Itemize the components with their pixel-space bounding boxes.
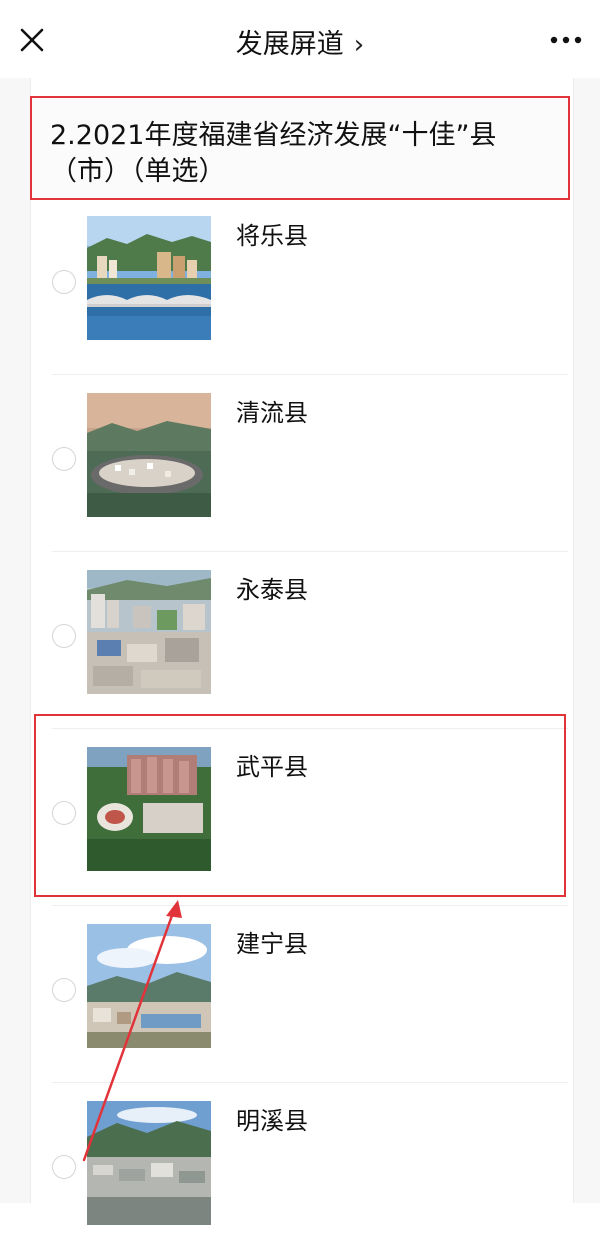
option-image xyxy=(87,924,211,1048)
option-item[interactable]: 清流县 xyxy=(52,375,568,552)
option-item[interactable]: 将乐县 xyxy=(52,198,568,375)
option-item[interactable]: 武平县 xyxy=(52,729,568,906)
more-dots-icon xyxy=(550,36,582,44)
top-navigation-bar: 发展屏道 › xyxy=(0,0,600,78)
option-image xyxy=(87,393,211,517)
option-label: 武平县 xyxy=(236,753,308,781)
more-options-button[interactable] xyxy=(546,28,586,52)
county-photo-town-mountains xyxy=(87,924,211,1048)
option-image xyxy=(87,570,211,694)
option-item[interactable]: 永泰县 xyxy=(52,552,568,729)
county-photo-city-plaza-aerial xyxy=(87,747,211,871)
county-photo-city-aerial xyxy=(87,570,211,694)
question-box: 2.2021年度福建省经济发展“十佳”县（市）（单选） xyxy=(30,96,570,200)
radio-button[interactable] xyxy=(52,1155,76,1179)
option-label: 清流县 xyxy=(236,399,308,427)
radio-button[interactable] xyxy=(52,270,76,294)
radio-button[interactable] xyxy=(52,978,76,1002)
survey-page: 2.2021年度福建省经济发展“十佳”县（市）（单选） 将乐县 清流县 永泰县 … xyxy=(0,78,600,1225)
option-label: 将乐县 xyxy=(236,222,308,250)
option-item[interactable]: 明溪县 xyxy=(52,1083,568,1260)
county-photo-valley-town xyxy=(87,1101,211,1225)
option-label: 明溪县 xyxy=(236,1107,308,1135)
option-image xyxy=(87,216,211,340)
option-label: 永泰县 xyxy=(236,576,308,604)
option-item[interactable]: 建宁县 xyxy=(52,906,568,1083)
radio-button[interactable] xyxy=(52,624,76,648)
page-title-text: 发展屏道 xyxy=(235,29,344,60)
page-title[interactable]: 发展屏道 › xyxy=(0,22,600,61)
option-image xyxy=(87,747,211,871)
county-photo-river-bridge xyxy=(87,216,211,340)
option-label: 建宁县 xyxy=(236,930,308,958)
radio-button[interactable] xyxy=(52,447,76,471)
option-image xyxy=(87,1101,211,1225)
question-title: 2.2021年度福建省经济发展“十佳”县（市）（单选） xyxy=(50,120,497,187)
chevron-right-icon: › xyxy=(353,30,365,60)
county-photo-river-bend-town xyxy=(87,393,211,517)
radio-button[interactable] xyxy=(52,801,76,825)
